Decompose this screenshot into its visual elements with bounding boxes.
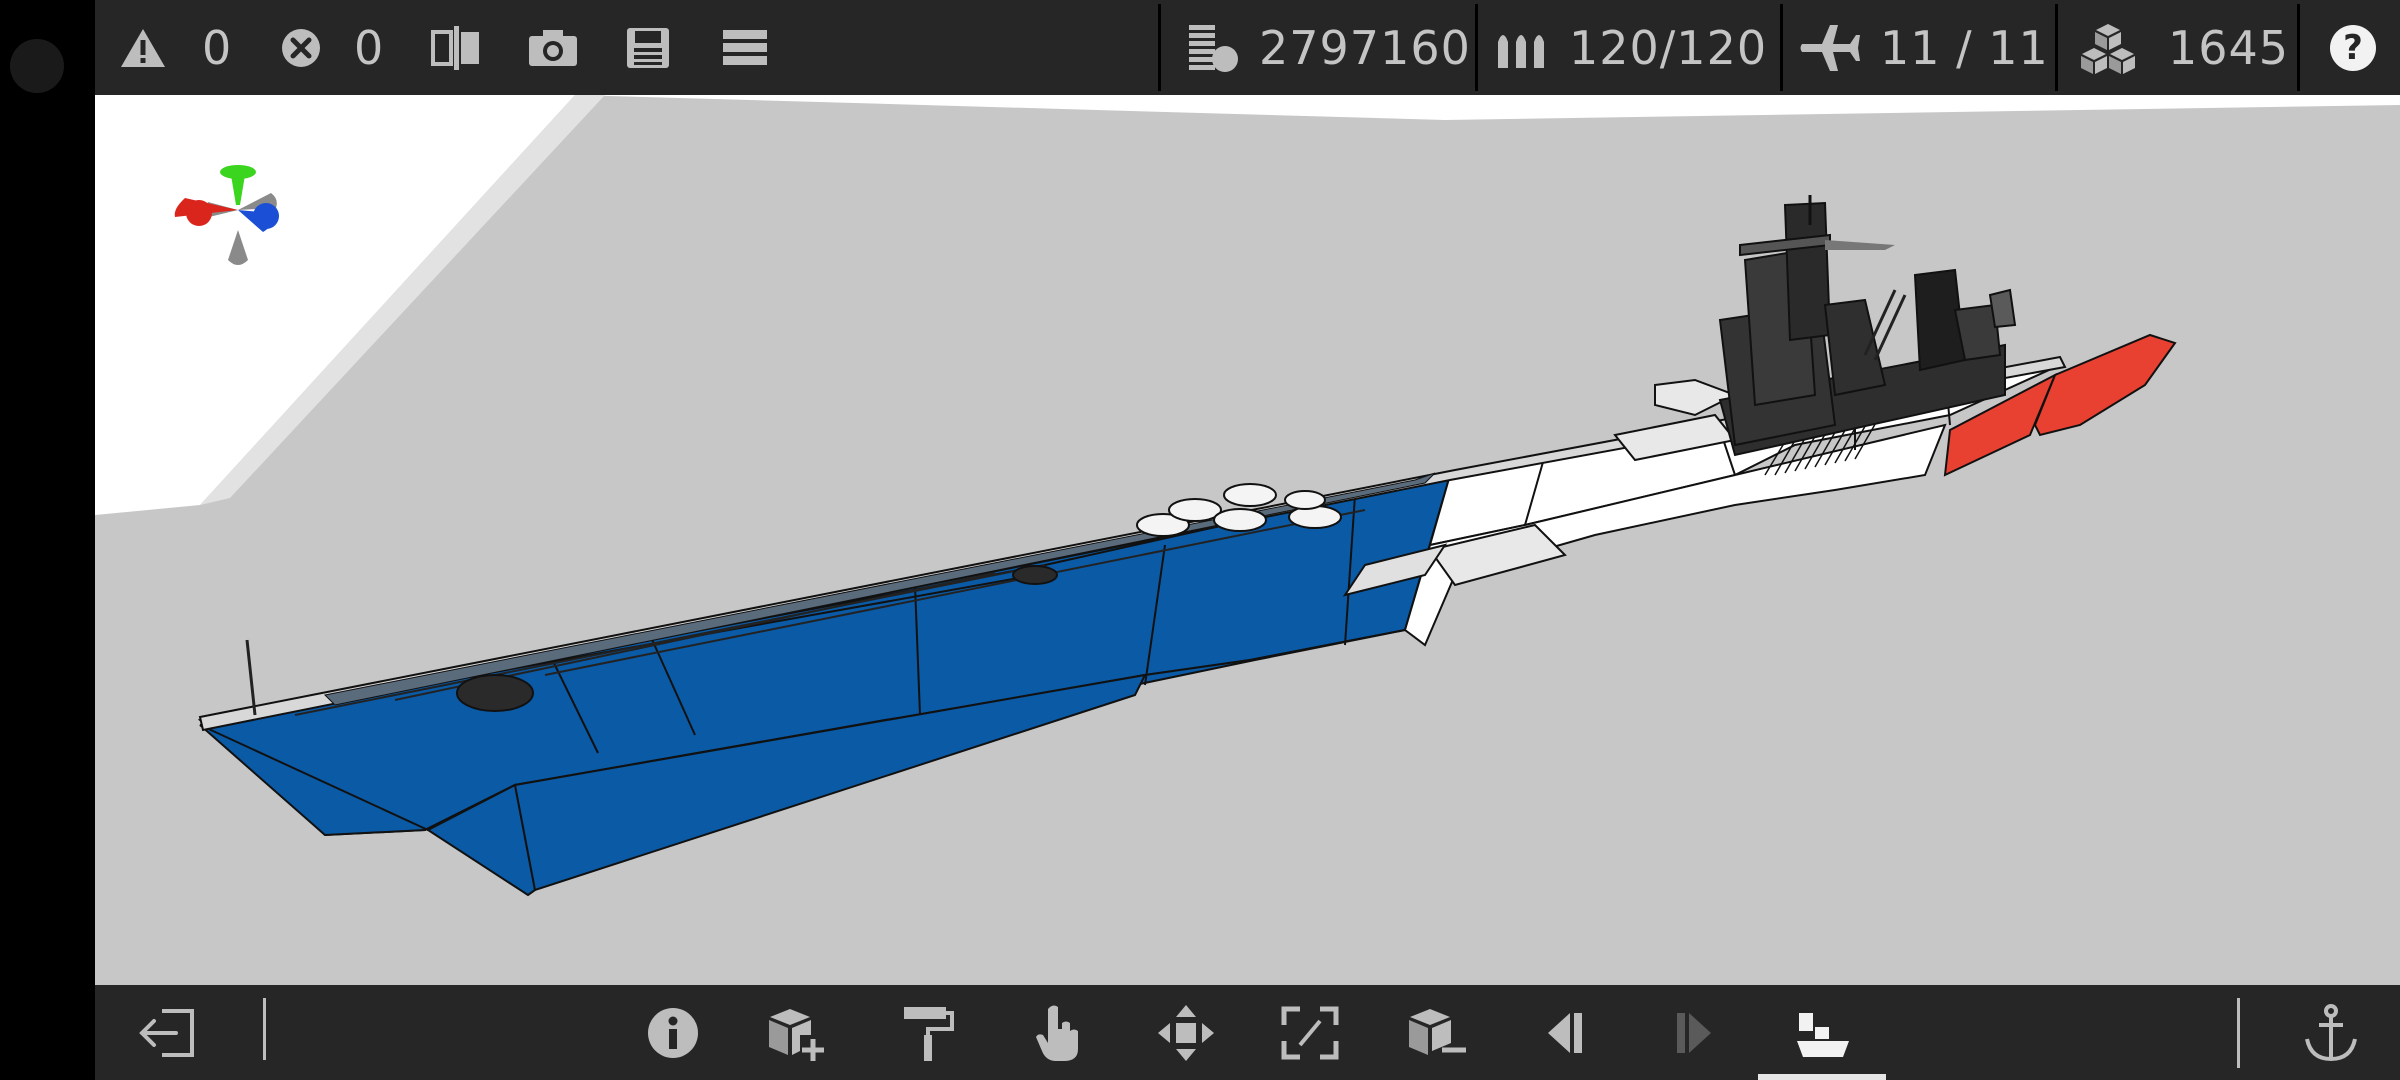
paint-button[interactable] (880, 985, 975, 1080)
exit-icon (138, 1008, 194, 1057)
toolbar-divider (1780, 4, 1783, 91)
ship-model[interactable] (197, 195, 2177, 897)
help-button[interactable]: ? (2330, 0, 2376, 95)
bottom-divider (2237, 998, 2240, 1068)
info-icon (647, 1007, 698, 1058)
add-block-icon (768, 1008, 824, 1061)
errors-counter[interactable]: 0 (280, 0, 384, 95)
cost-value: 2797160 (1259, 20, 1471, 75)
cost-icon (1189, 24, 1238, 72)
parts-icon (2081, 23, 2135, 74)
anchor-icon (2304, 1003, 2357, 1061)
bottom-divider (263, 998, 266, 1060)
undo-icon (1547, 1012, 1582, 1053)
cost-stat: 2797160 (1185, 0, 1471, 95)
aircraft-value: 11 / 11 (1880, 20, 2049, 75)
redo-button[interactable] (1645, 985, 1740, 1080)
hand-pointer-icon (1035, 1005, 1078, 1061)
save-button[interactable] (625, 0, 671, 95)
paint-roller-icon (903, 1006, 954, 1061)
light-panel (95, 95, 575, 515)
menu-button[interactable] (723, 0, 767, 95)
warnings-count: 0 (202, 20, 233, 75)
move-arrows-icon (1157, 1004, 1214, 1061)
undo-button[interactable] (1518, 985, 1613, 1080)
error-icon (282, 28, 320, 67)
mirror-icon (431, 25, 479, 70)
parts-stat: 1645 (2080, 0, 2289, 95)
system-button[interactable] (10, 39, 64, 93)
move-button[interactable] (1138, 985, 1233, 1080)
light-panel-top (575, 95, 2400, 120)
mirror-button[interactable] (430, 0, 482, 95)
remove-block-button[interactable] (1390, 985, 1485, 1080)
screenshot-button[interactable] (527, 0, 579, 95)
bottom-toolbar (95, 985, 2400, 1080)
camera-icon (529, 29, 577, 66)
remove-block-icon (1408, 1008, 1466, 1055)
parts-value: 1645 (2168, 20, 2290, 75)
toolbar-divider (1475, 4, 1478, 91)
resize-frame-icon (1281, 1006, 1338, 1059)
toolbar-divider (2297, 4, 2300, 91)
toolbar-divider (1158, 4, 1161, 91)
ship-parts-icon (1796, 1012, 1849, 1057)
menu-icon (723, 29, 767, 65)
ship-scene (95, 95, 2400, 897)
toolbar-divider (2055, 4, 2058, 91)
active-tool-indicator (1758, 1074, 1886, 1080)
redo-icon (1676, 1012, 1711, 1053)
save-icon (627, 27, 669, 68)
aircraft-stat: 11 / 11 (1800, 0, 2049, 95)
help-icon: ? (2330, 24, 2376, 71)
aircraft-icon (1800, 24, 1860, 71)
select-button[interactable] (1010, 985, 1105, 1080)
errors-count: 0 (354, 20, 385, 75)
add-block-button[interactable] (750, 985, 845, 1080)
resize-button[interactable] (1262, 985, 1357, 1080)
3d-viewport[interactable] (95, 95, 2400, 985)
top-toolbar: 0 0 2797160 120/120 11 / 11 1645 ? (95, 0, 2400, 95)
warnings-counter[interactable]: 0 (120, 0, 232, 95)
ammo-value: 120/120 (1569, 20, 1768, 75)
anchor-button[interactable] (2283, 985, 2378, 1080)
blueprint-button[interactable] (1775, 985, 1870, 1080)
ammo-stat: 120/120 (1495, 0, 1767, 95)
warning-icon (121, 28, 165, 67)
exit-button[interactable] (118, 985, 213, 1080)
info-button[interactable] (625, 985, 720, 1080)
left-system-bar (0, 0, 95, 1080)
ammo-icon (1498, 34, 1544, 68)
